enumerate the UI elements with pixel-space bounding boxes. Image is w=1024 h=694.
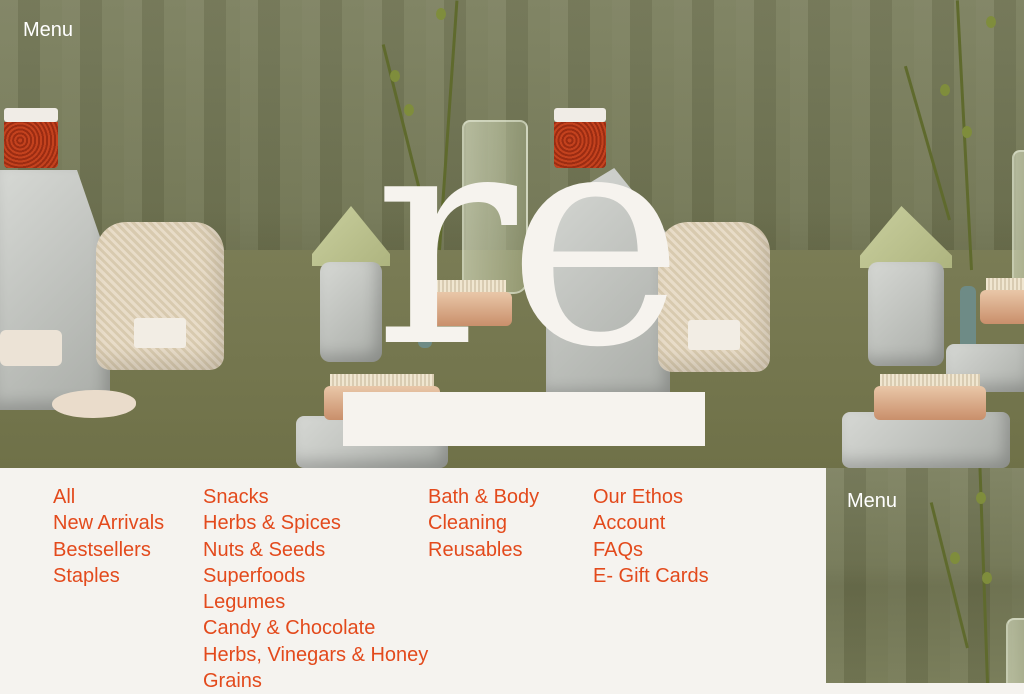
nav-link-candy-chocolate[interactable]: Candy & Chocolate xyxy=(203,615,428,641)
nav-link-cleaning[interactable]: Cleaning xyxy=(428,510,539,536)
brand-logo[interactable]: re xyxy=(343,89,705,447)
nav-link-account[interactable]: Account xyxy=(593,510,709,536)
nav-column-home: Bath & Body Cleaning Reusables xyxy=(428,484,539,563)
product-photo-left xyxy=(0,0,240,468)
nav-link-faqs[interactable]: FAQs xyxy=(593,537,709,563)
nav-link-our-ethos[interactable]: Our Ethos xyxy=(593,484,709,510)
nav-link-bestsellers[interactable]: Bestsellers xyxy=(53,537,164,563)
nav-link-new-arrivals[interactable]: New Arrivals xyxy=(53,510,164,536)
nav-link-reusables[interactable]: Reusables xyxy=(428,537,539,563)
nav-column-info: Our Ethos Account FAQs E- Gift Cards xyxy=(593,484,709,589)
nav-link-superfoods[interactable]: Superfoods xyxy=(203,563,428,589)
nav-link-grains[interactable]: Grains xyxy=(203,668,428,694)
nav-link-nuts-seeds[interactable]: Nuts & Seeds xyxy=(203,537,428,563)
side-photo-panel: Menu xyxy=(826,468,1024,683)
hero-banner: re Menu xyxy=(0,0,1024,468)
nav-link-snacks[interactable]: Snacks xyxy=(203,484,428,510)
nav-link-staples[interactable]: Staples xyxy=(53,563,164,589)
nav-link-bath-body[interactable]: Bath & Body xyxy=(428,484,539,510)
nav-link-herbs-spices[interactable]: Herbs & Spices xyxy=(203,510,428,536)
product-photo-right xyxy=(790,0,1024,468)
navigation-menu: All New Arrivals Bestsellers Staples Sna… xyxy=(0,468,826,692)
nav-link-herbs-vinegars-honey[interactable]: Herbs, Vinegars & Honey xyxy=(203,642,428,668)
logo-underline xyxy=(343,392,705,446)
nav-link-all[interactable]: All xyxy=(53,484,164,510)
nav-link-legumes[interactable]: Legumes xyxy=(203,589,428,615)
side-menu-button[interactable]: Menu xyxy=(847,490,897,513)
nav-column-food: Snacks Herbs & Spices Nuts & Seeds Super… xyxy=(203,484,428,694)
nav-column-shop: All New Arrivals Bestsellers Staples xyxy=(53,484,164,589)
nav-link-gift-cards[interactable]: E- Gift Cards xyxy=(593,563,709,589)
logo-wordmark: re xyxy=(373,64,685,413)
menu-button[interactable]: Menu xyxy=(23,19,73,42)
